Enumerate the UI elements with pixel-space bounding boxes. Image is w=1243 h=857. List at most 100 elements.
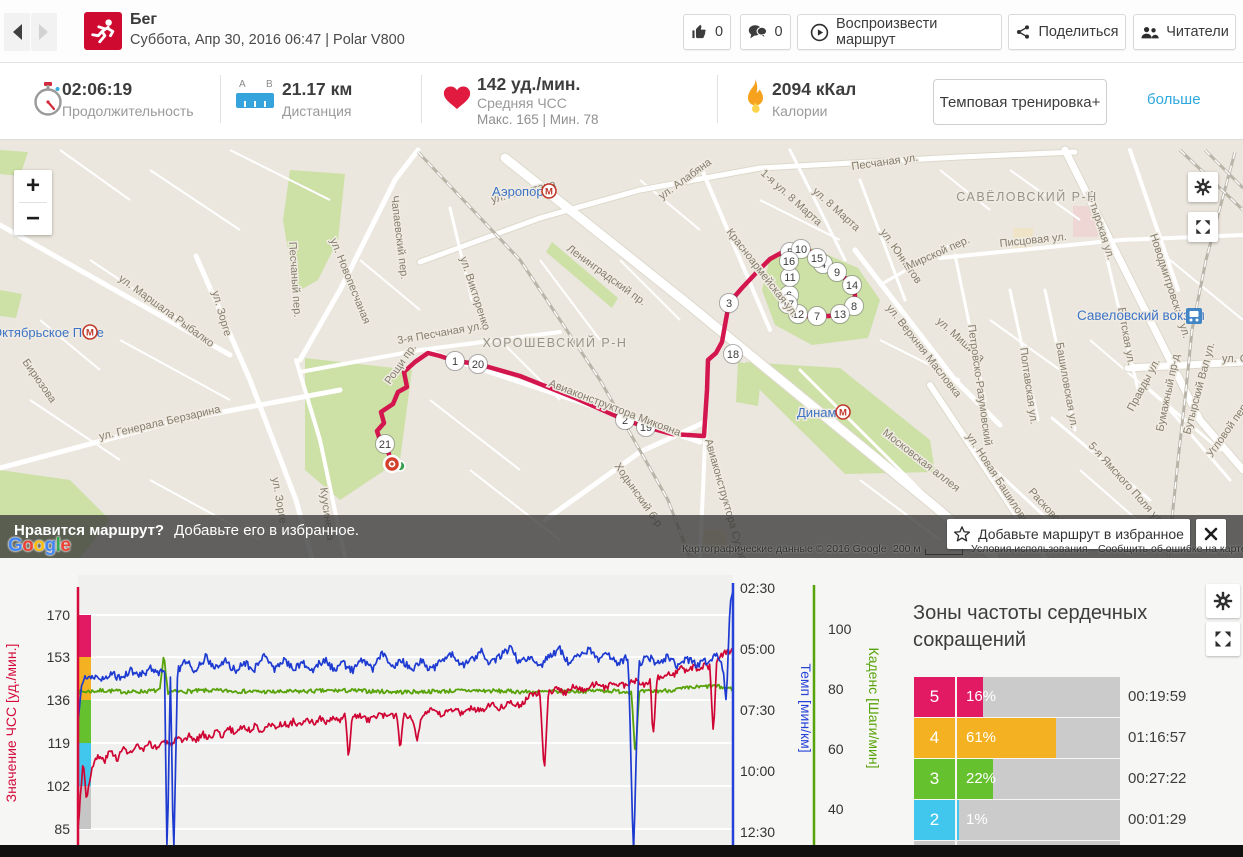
stopwatch-icon bbox=[34, 82, 62, 116]
zoom-in-button[interactable]: + bbox=[14, 170, 52, 202]
km-marker-14[interactable]: 14 bbox=[842, 275, 862, 295]
hr-zone-strip bbox=[79, 615, 91, 657]
google-logo-letter: o bbox=[22, 535, 34, 556]
railway-station-label[interactable]: Савеловский вокзал bbox=[1076, 307, 1207, 325]
pace-tick: 10:00 bbox=[740, 763, 775, 779]
map-scale-text: 200 м bbox=[893, 543, 921, 555]
km-marker-16[interactable]: 16 bbox=[779, 251, 799, 271]
calories-label: Калории bbox=[772, 103, 828, 119]
svg-text:8: 8 bbox=[851, 301, 857, 313]
km-marker-9[interactable]: 9 bbox=[827, 262, 847, 282]
report-error-link[interactable]: Сообщить об ошибке на карте bbox=[1098, 543, 1243, 555]
zone-bar-track: 16% bbox=[957, 677, 1120, 717]
forward-button[interactable] bbox=[31, 13, 57, 51]
pace-tick: 05:00 bbox=[740, 641, 775, 657]
comment-count: 0 bbox=[774, 24, 783, 40]
svg-text:18: 18 bbox=[727, 349, 739, 361]
calories-value: 2094 кКал bbox=[772, 79, 857, 99]
km-marker-15[interactable]: 15 bbox=[807, 248, 827, 268]
zone-number: 3 bbox=[914, 759, 955, 799]
hr-zones-title: Зоны частоты сердечных сокращений bbox=[913, 602, 1148, 651]
km-marker-18[interactable]: 18 bbox=[723, 344, 743, 364]
google-logo-letter: g bbox=[44, 535, 57, 556]
cadence-tick: 100 bbox=[828, 621, 852, 637]
terms-link[interactable]: Условия использования bbox=[971, 543, 1088, 555]
svg-text:10: 10 bbox=[795, 244, 807, 256]
zone-percent: 61% bbox=[966, 729, 997, 746]
readers-button[interactable]: Читатели bbox=[1133, 14, 1236, 50]
like-button[interactable]: 0 bbox=[683, 14, 731, 50]
share-label: Поделиться bbox=[1038, 24, 1119, 40]
gear-icon bbox=[1194, 178, 1212, 196]
google-logo: Google bbox=[8, 535, 71, 557]
training-curves-section: 170 153 136 119 102 85 02:30 05:00 07:30 10:00 12:… bbox=[0, 558, 1243, 845]
google-logo-letter: o bbox=[33, 535, 45, 556]
pace-tick: 12:30 bbox=[740, 824, 775, 840]
hr-zone-strip bbox=[79, 700, 91, 743]
km-marker-1[interactable]: 1 bbox=[445, 351, 465, 371]
hr-axis-label: Значение ЧСС [уд./мин.] bbox=[3, 644, 19, 803]
zone-time: 00:01:29 bbox=[1128, 811, 1187, 828]
distance-ruler-icon bbox=[236, 93, 274, 108]
svg-text:14: 14 bbox=[846, 280, 858, 292]
zoom-out-button[interactable]: − bbox=[14, 203, 52, 235]
readers-icon bbox=[1141, 26, 1159, 38]
zone-row-2: 2 1% 00:01:29 bbox=[914, 800, 1243, 840]
km-marker-13[interactable]: 13 bbox=[830, 304, 850, 324]
chart-fullscreen-button[interactable] bbox=[1206, 622, 1240, 656]
svg-text:15: 15 bbox=[811, 253, 823, 265]
running-sport-icon bbox=[84, 12, 122, 50]
play-icon bbox=[810, 23, 829, 41]
back-arrow-icon bbox=[13, 24, 22, 40]
svg-text:20: 20 bbox=[472, 359, 484, 371]
km-marker-7[interactable]: 7 bbox=[807, 306, 827, 326]
google-logo-letter: e bbox=[60, 535, 71, 556]
training-benefit-button[interactable]: Темповая тренировка+ bbox=[933, 79, 1107, 125]
cadence-axis-label: Каденс [Шаги/мин] bbox=[866, 648, 882, 769]
km-marker-21[interactable]: 21 bbox=[375, 434, 395, 454]
map-canvas[interactable]: 123456789101112131415161718192021ул. Лев… bbox=[0, 140, 1243, 558]
km-marker-3[interactable]: 3 bbox=[719, 293, 739, 313]
zone-bar-track: 1% bbox=[957, 800, 1120, 840]
zone-bar-fill bbox=[957, 800, 959, 840]
expand-icon bbox=[1215, 631, 1231, 647]
map-fullscreen-button[interactable] bbox=[1188, 212, 1218, 242]
page-bottom-bar bbox=[0, 845, 1243, 857]
hr-tick: 102 bbox=[47, 778, 71, 794]
play-route-button[interactable]: Воспроизвести маршрут bbox=[797, 14, 1002, 50]
duration-label: Продолжительность bbox=[62, 103, 194, 119]
thumbs-up-icon bbox=[692, 24, 706, 38]
hr-tick: 170 bbox=[47, 607, 71, 623]
metro-icon[interactable]: М bbox=[835, 404, 851, 420]
district-label: САВЁЛОВСКИЙ Р-Н bbox=[956, 189, 1097, 204]
divider bbox=[717, 75, 718, 123]
more-link[interactable]: больше bbox=[1147, 91, 1201, 108]
zone-time: 00:19:59 bbox=[1128, 688, 1187, 705]
railway-station-icon[interactable] bbox=[1186, 308, 1202, 324]
header: Бег Суббота, Апр 30, 2016 06:47 | Polar … bbox=[0, 0, 1243, 63]
zone-time: 00:27:22 bbox=[1128, 770, 1187, 787]
divider bbox=[421, 75, 422, 123]
map-scale-bar bbox=[925, 549, 963, 555]
route-map[interactable]: 123456789101112131415161718192021ул. Лев… bbox=[0, 140, 1243, 558]
chart-settings-button[interactable] bbox=[1206, 584, 1240, 618]
duration-value: 02:06:19 bbox=[62, 79, 133, 99]
pace-tick: 02:30 bbox=[740, 580, 775, 596]
comment-bubbles-icon bbox=[749, 25, 768, 39]
avg-hr-value: 142 уд./мин. bbox=[477, 74, 581, 94]
star-icon bbox=[954, 526, 971, 542]
metro-icon[interactable]: М bbox=[82, 324, 98, 340]
metro-station-label[interactable]: Аэропорт bbox=[491, 183, 551, 201]
km-marker-20[interactable]: 20 bbox=[468, 354, 488, 374]
training-chart[interactable]: 170 153 136 119 102 85 02:30 05:00 07:30 10:00 12:… bbox=[0, 558, 900, 845]
back-button[interactable] bbox=[4, 13, 30, 51]
metro-icon[interactable]: М bbox=[541, 183, 557, 199]
svg-text:М: М bbox=[839, 408, 847, 419]
google-logo-letter: G bbox=[8, 535, 23, 556]
share-button[interactable]: Поделиться bbox=[1008, 14, 1126, 50]
pace-axis-label: Темп [мин/км] bbox=[798, 663, 814, 752]
map-settings-button[interactable] bbox=[1188, 172, 1218, 202]
hr-tick: 153 bbox=[47, 649, 71, 665]
hr-tick: 119 bbox=[48, 735, 71, 751]
comment-button[interactable]: 0 bbox=[740, 14, 791, 50]
